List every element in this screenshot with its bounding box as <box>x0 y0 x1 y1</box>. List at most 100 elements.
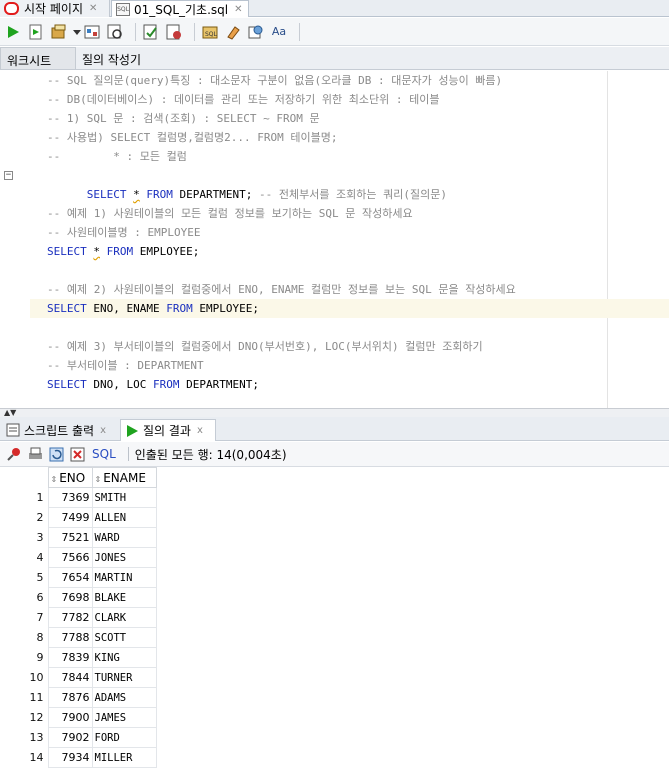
cell-ename[interactable]: ALLEN <box>91 507 157 528</box>
sql-link[interactable]: SQL <box>92 447 116 461</box>
keyword-from: FROM <box>152 378 180 391</box>
table-row[interactable]: 9 7839 KING <box>0 647 157 668</box>
delete-icon[interactable] <box>69 446 85 462</box>
oracle-icon <box>4 2 19 15</box>
result-grid[interactable]: ⇕ ENO ⇕ ENAME 1 7369 SMITH 2 7499 ALLEN 3 7521 WAR… <box>0 467 669 782</box>
fetch-status: 인출된 모든 행: 14(0,004초) <box>134 447 287 462</box>
row-number: 11 <box>29 691 44 704</box>
keyword-select: SELECT <box>47 378 87 391</box>
cell-ename[interactable]: JAMES <box>91 707 157 728</box>
autotrace-icon[interactable] <box>106 23 124 41</box>
result-toolbar: SQL 인출된 모든 행: 14(0,004초) <box>0 442 669 467</box>
tab-start-page[interactable]: 시작 페이지 ✕ <box>0 0 110 17</box>
rollback-icon[interactable] <box>165 23 183 41</box>
pin-icon[interactable] <box>6 446 22 462</box>
tab-sql-file[interactable]: SQL 01_SQL_기초.sql ✕ <box>111 0 249 17</box>
cell-eno[interactable]: 7698 <box>47 587 93 608</box>
table-row[interactable]: 13 7902 FORD <box>0 727 157 748</box>
cell-eno[interactable]: 7844 <box>47 667 93 688</box>
cell-eno[interactable]: 7654 <box>47 567 93 588</box>
run-script-icon[interactable] <box>27 23 45 41</box>
chevron-down-icon[interactable] <box>73 23 81 41</box>
code-line-sql: SELECT DNO, LOC FROM DEPARTMENT; <box>30 375 669 394</box>
table-row[interactable]: 7 7782 CLARK <box>0 607 157 628</box>
table-row[interactable]: 11 7876 ADAMS <box>0 687 157 708</box>
code-area[interactable]: -- SQL 질의문(query)특징 : 대소문자 구분이 없음(오라클 DB… <box>4 71 669 394</box>
cell-ename[interactable]: TURNER <box>91 667 157 688</box>
toolbar-divider <box>299 22 300 41</box>
sort-icon[interactable]: ⇕ <box>95 475 102 484</box>
table-name: DEPARTMENT; <box>179 378 259 391</box>
tab-query-result[interactable]: 질의 결과 x <box>120 419 216 441</box>
close-icon[interactable]: x <box>100 425 106 436</box>
print-icon[interactable] <box>27 446 43 462</box>
cell-ename[interactable]: MILLER <box>91 747 157 768</box>
cell-eno[interactable]: 7788 <box>47 627 93 648</box>
splitter-arrows-icon[interactable]: ▲▼ <box>4 409 16 417</box>
cell-eno[interactable]: 7934 <box>47 747 93 768</box>
text-format-icon[interactable]: Aa <box>270 23 288 41</box>
cell-ename[interactable]: BLAKE <box>91 587 157 608</box>
row-number: 4 <box>36 551 44 564</box>
cell-ename[interactable]: WARD <box>91 527 157 548</box>
editor-toolbar: SQL Aa <box>0 18 669 46</box>
row-number: 12 <box>29 711 44 724</box>
close-icon[interactable]: x <box>197 425 203 436</box>
fold-icon[interactable]: − <box>4 171 13 180</box>
table-row[interactable]: 12 7900 JAMES <box>0 707 157 728</box>
table-row[interactable]: 5 7654 MARTIN <box>0 567 157 588</box>
column-list: ENO, ENAME <box>86 302 167 315</box>
cell-eno[interactable]: 7521 <box>47 527 93 548</box>
table-row[interactable]: 4 7566 JONES <box>0 547 157 568</box>
code-line: -- 사용법) SELECT 컬럼명,컬럼명2... FROM 테이블명; <box>47 131 338 144</box>
sort-icon[interactable]: ⇕ <box>51 475 58 484</box>
refresh-icon[interactable] <box>48 446 64 462</box>
cell-ename[interactable]: CLARK <box>91 607 157 628</box>
cell-ename[interactable]: JONES <box>91 547 157 568</box>
table-row[interactable]: 6 7698 BLAKE <box>0 587 157 608</box>
cell-ename[interactable]: KING <box>91 647 157 668</box>
cell-ename[interactable]: ADAMS <box>91 687 157 708</box>
format-icon[interactable] <box>247 23 265 41</box>
cell-eno[interactable]: 7499 <box>47 507 93 528</box>
cell-ename[interactable]: SCOTT <box>91 627 157 648</box>
close-icon[interactable]: ✕ <box>234 4 242 15</box>
cell-eno[interactable]: 7369 <box>47 487 93 508</box>
cell-eno[interactable]: 7876 <box>47 687 93 708</box>
table-name: EMPLOYEE; <box>192 302 259 315</box>
history-icon[interactable]: SQL <box>201 23 219 41</box>
sql-tuning-icon[interactable] <box>142 23 160 41</box>
cell-eno[interactable]: 7782 <box>47 607 93 628</box>
cell-eno[interactable]: 7900 <box>47 707 93 728</box>
table-row[interactable]: 14 7934 MILLER <box>0 747 157 768</box>
code-line: -- 부서테이블 : DEPARTMENT <box>47 359 204 372</box>
cell-ename[interactable]: SMITH <box>91 487 157 508</box>
explain-icon[interactable] <box>83 23 101 41</box>
table-row[interactable]: 10 7844 TURNER <box>0 667 157 688</box>
table-row[interactable]: 2 7499 ALLEN <box>0 507 157 528</box>
commit-icon[interactable] <box>50 23 68 41</box>
cell-eno[interactable]: 7839 <box>47 647 93 668</box>
cell-eno[interactable]: 7566 <box>47 547 93 568</box>
cell-ename[interactable]: MARTIN <box>91 567 157 588</box>
tab-worksheet[interactable]: 워크시트 <box>0 47 76 69</box>
sql-editor[interactable]: -- SQL 질의문(query)특징 : 대소문자 구분이 없음(오라클 DB… <box>0 71 669 409</box>
tab-query-builder[interactable]: 질의 작성기 <box>76 47 147 69</box>
table-row[interactable]: 3 7521 WARD <box>0 527 157 548</box>
star-token: * <box>93 245 100 258</box>
panel-splitter[interactable]: ▲▼ <box>0 409 669 417</box>
eraser-icon[interactable] <box>224 23 242 41</box>
toolbar-divider <box>127 447 129 461</box>
cell-ename[interactable]: FORD <box>91 727 157 748</box>
table-row[interactable]: 1 7369 SMITH <box>0 487 157 508</box>
table-row[interactable]: 8 7788 SCOTT <box>0 627 157 648</box>
close-icon[interactable]: ✕ <box>89 3 97 14</box>
run-statement-icon[interactable] <box>4 23 22 41</box>
column-header-eno[interactable]: ⇕ ENO <box>47 467 93 488</box>
column-header-label: ENAME <box>103 470 146 485</box>
tab-script-output[interactable]: 스크립트 출력 x <box>2 419 118 441</box>
column-header-ename[interactable]: ⇕ ENAME <box>91 467 157 488</box>
cell-eno[interactable]: 7902 <box>47 727 93 748</box>
code-line: -- 예제 2) 사원테이블의 컬럼중에서 ENO, ENAME 컬럼만 정보를… <box>47 283 516 296</box>
